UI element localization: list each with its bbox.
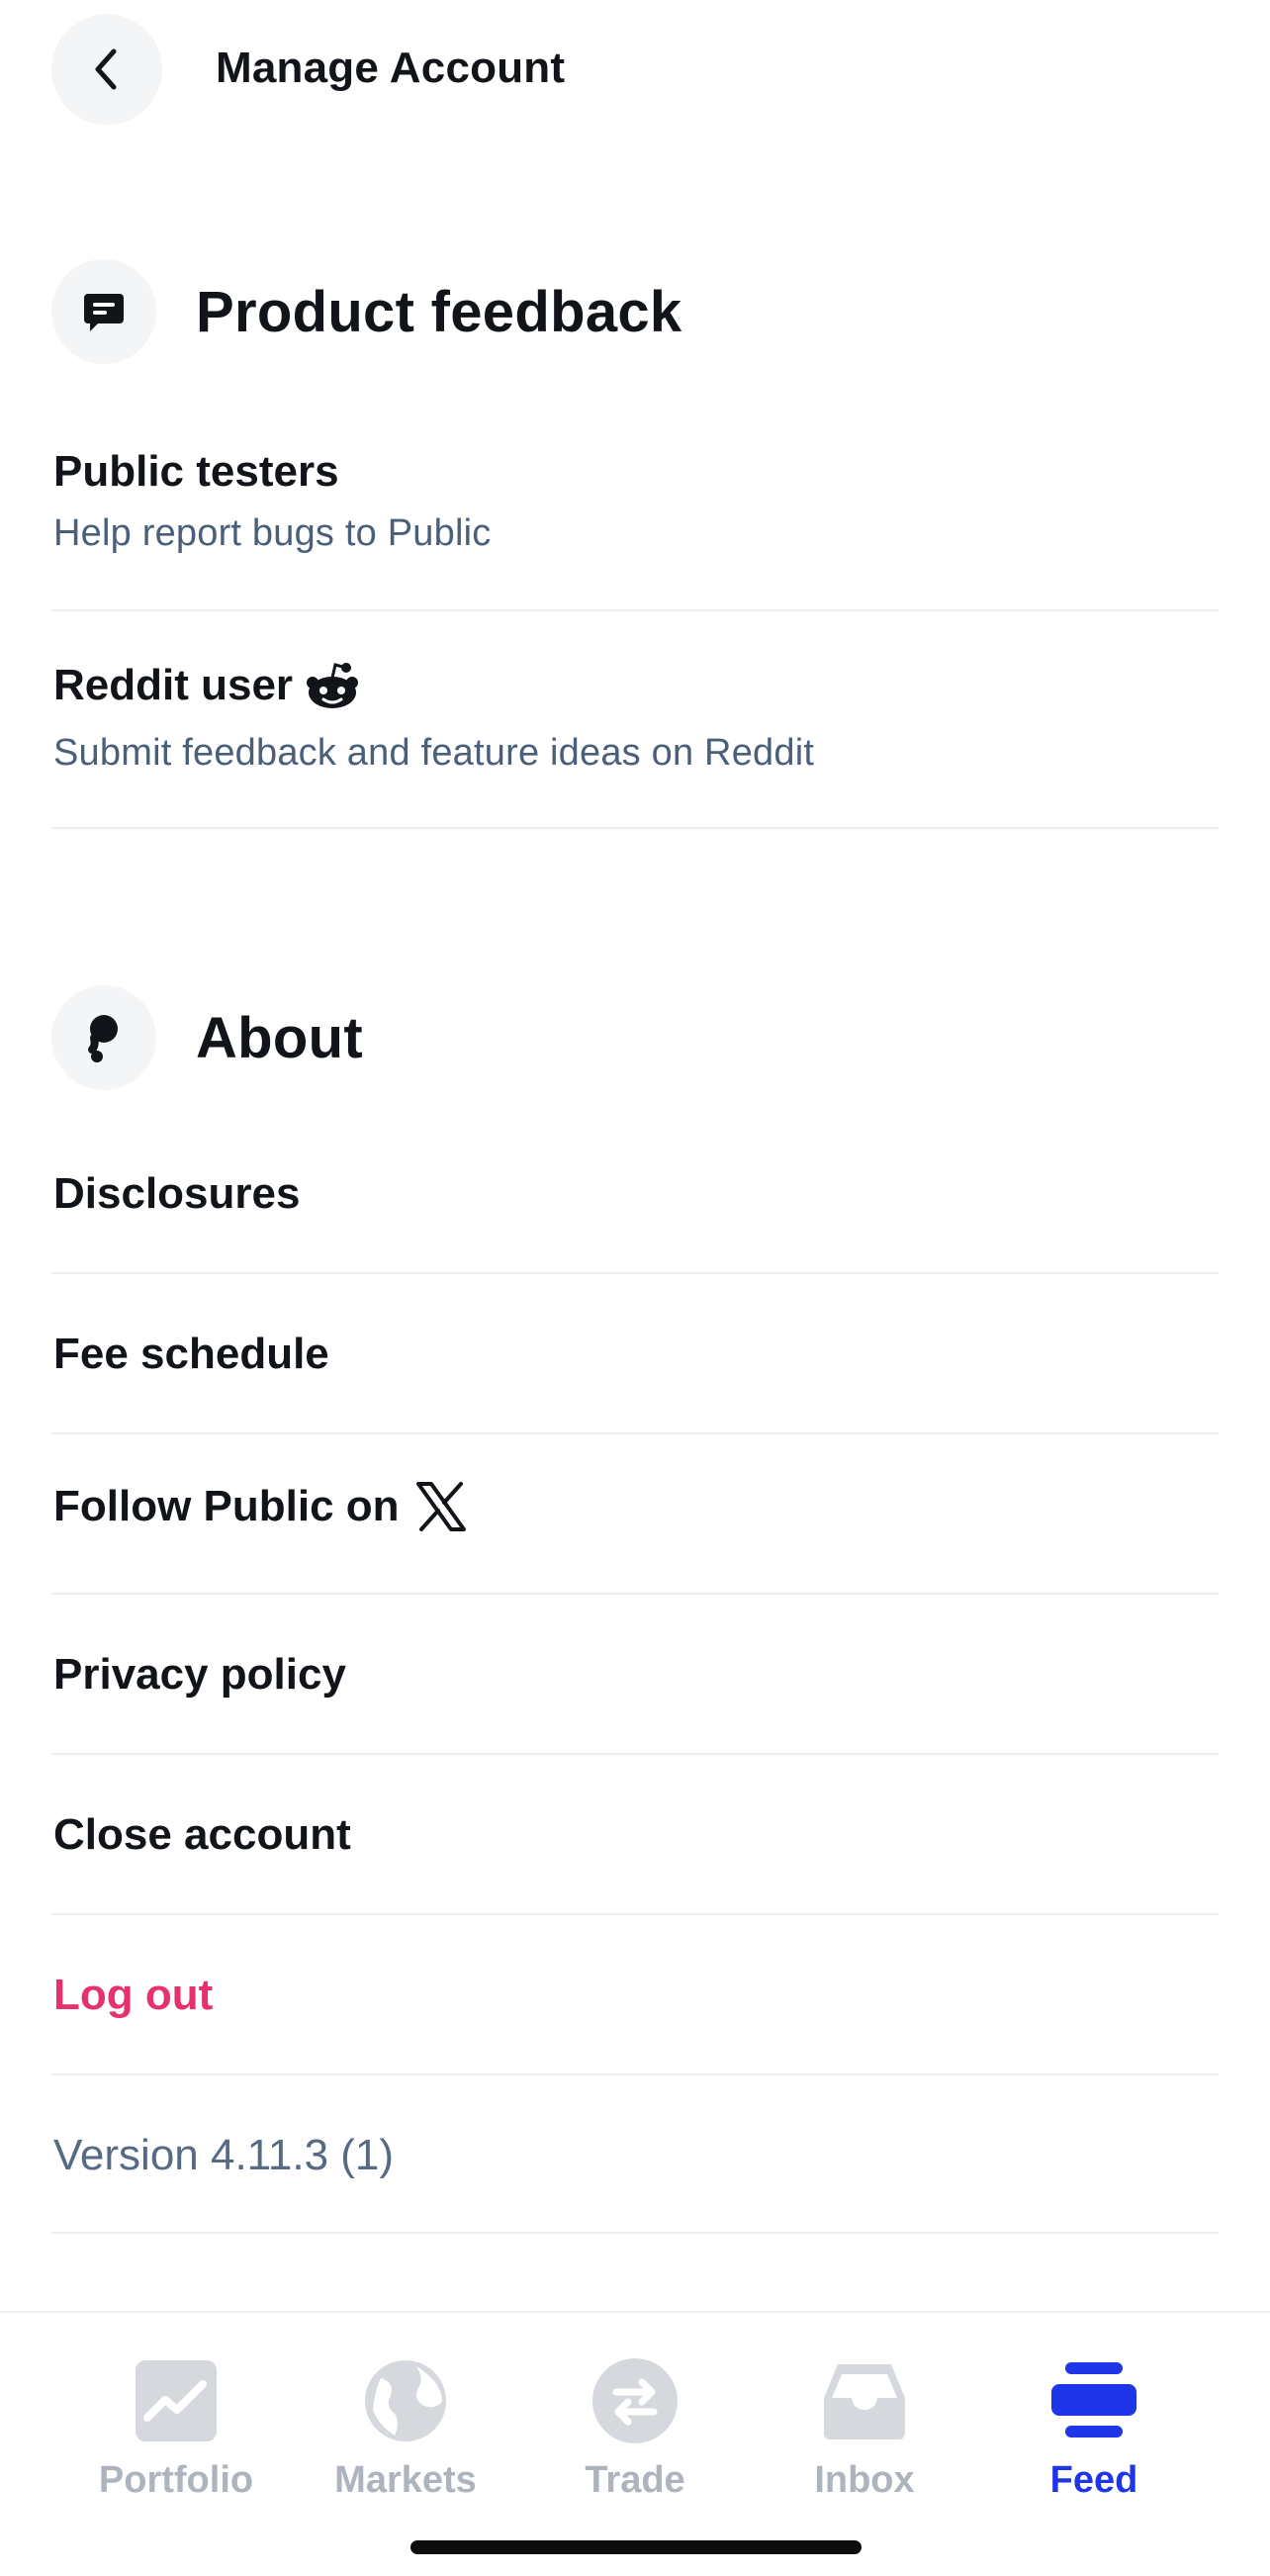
item-title: Reddit user bbox=[53, 661, 294, 709]
tab-label: Trade bbox=[585, 2459, 685, 2501]
item-title: Privacy policy bbox=[53, 1650, 346, 1699]
about-header: About bbox=[51, 985, 363, 1090]
feed-icon bbox=[1051, 2362, 1136, 2438]
reddit-icon bbox=[307, 663, 359, 708]
portfolio-icon bbox=[136, 2360, 217, 2441]
tab-label: Feed bbox=[1049, 2459, 1138, 2501]
tab-label: Inbox bbox=[814, 2459, 915, 2501]
tab-inbox[interactable]: Inbox bbox=[750, 2311, 979, 2529]
item-title-wrap: Follow Public on bbox=[53, 1482, 467, 1531]
tab-portfolio[interactable]: Portfolio bbox=[61, 2311, 291, 2529]
tab-label: Portfolio bbox=[98, 2459, 254, 2501]
home-indicator bbox=[410, 2540, 862, 2554]
list-item-reddit-user[interactable]: Reddit user Submit feedback and feature … bbox=[51, 611, 1219, 829]
tab-markets[interactable]: Markets bbox=[291, 2311, 520, 2529]
x-logo-icon bbox=[415, 1482, 466, 1531]
public-logo-icon bbox=[51, 985, 156, 1090]
feedback-icon bbox=[51, 259, 156, 364]
list-item-public-testers[interactable]: Public testers Help report bugs to Publi… bbox=[51, 431, 1219, 611]
item-title: Public testers bbox=[53, 447, 339, 496]
section-title-about: About bbox=[196, 1005, 363, 1070]
tab-trade[interactable]: Trade bbox=[520, 2311, 750, 2529]
list-item-log-out[interactable]: Log out bbox=[51, 1915, 1219, 2075]
swap-icon bbox=[592, 2358, 678, 2443]
item-subtitle: Help report bugs to Public bbox=[53, 512, 492, 554]
top-bar: Manage Account bbox=[0, 0, 1270, 138]
tab-feed[interactable]: Feed bbox=[979, 2311, 1209, 2529]
item-title: Follow Public on bbox=[53, 1482, 400, 1530]
chevron-left-icon bbox=[95, 48, 117, 90]
product-feedback-header: Product feedback bbox=[51, 259, 681, 364]
item-subtitle: Submit feedback and feature ideas on Red… bbox=[53, 732, 815, 774]
item-title: Close account bbox=[53, 1810, 351, 1859]
tab-label: Markets bbox=[334, 2459, 477, 2501]
list-item-follow-on-x[interactable]: Follow Public on bbox=[51, 1434, 1219, 1595]
list-item-privacy-policy[interactable]: Privacy policy bbox=[51, 1595, 1219, 1755]
item-title: Fee schedule bbox=[53, 1330, 329, 1378]
item-title: Disclosures bbox=[53, 1169, 301, 1218]
manage-account-screen: Manage Account Product feedback Public t… bbox=[0, 0, 1270, 2576]
back-button[interactable] bbox=[51, 14, 162, 125]
page-title: Manage Account bbox=[216, 44, 566, 92]
list-item-disclosures[interactable]: Disclosures bbox=[51, 1114, 1219, 1274]
globe-icon bbox=[365, 2360, 446, 2441]
inbox-icon bbox=[824, 2364, 905, 2439]
list-item-fee-schedule[interactable]: Fee schedule bbox=[51, 1274, 1219, 1434]
item-title: Log out bbox=[53, 1971, 214, 2019]
list-item-version: Version 4.11.3 (1) bbox=[51, 2075, 1219, 2234]
list-item-close-account[interactable]: Close account bbox=[51, 1755, 1219, 1915]
section-title-product-feedback: Product feedback bbox=[196, 279, 682, 344]
version-text: Version 4.11.3 (1) bbox=[53, 2131, 395, 2179]
item-title-wrap: Reddit user bbox=[53, 661, 360, 710]
